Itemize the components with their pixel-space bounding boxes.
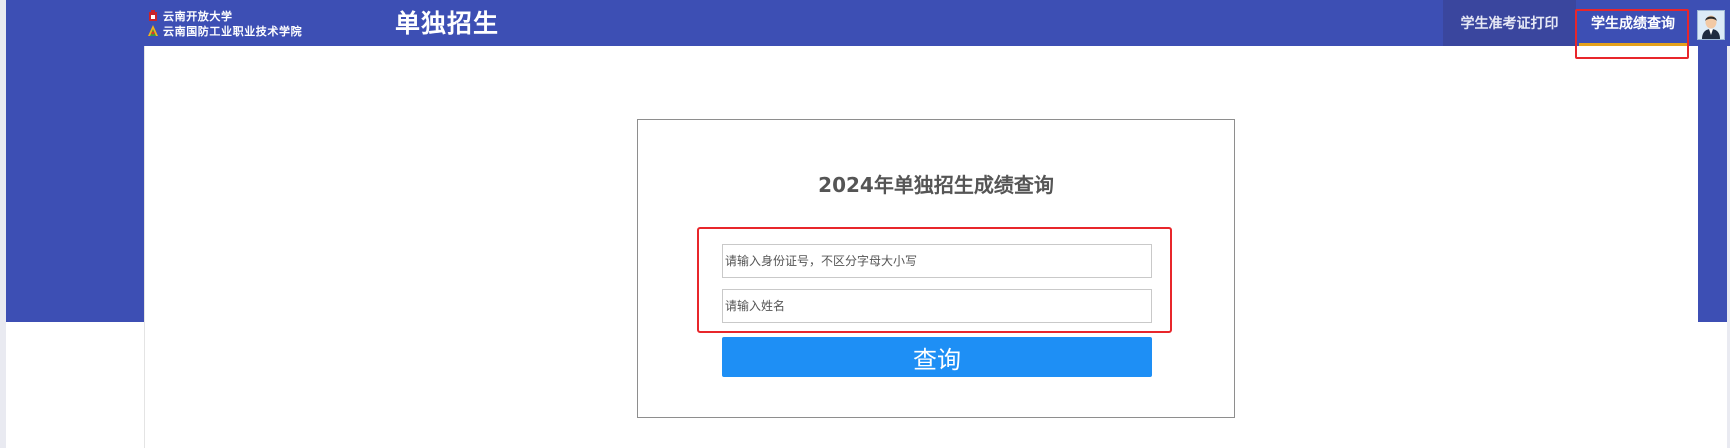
- logo-text-open-university: 云南开放大学: [163, 9, 233, 23]
- inputs-highlight-box: [697, 227, 1172, 333]
- open-university-emblem-icon: [149, 9, 157, 21]
- nav-highlight-box: [1575, 9, 1689, 59]
- logo-row-1: 云南开放大学: [148, 8, 308, 23]
- site-title: 单独招生: [395, 9, 500, 38]
- logo-text-defense-college: 云南国防工业职业技术学院: [163, 24, 303, 38]
- top-navigation-bar: 云南开放大学 云南国防工业职业技术学院 单独招生 学生准考证打印 学生成绩查询: [0, 0, 1730, 46]
- nav-admission-ticket-print[interactable]: 学生准考证打印: [1443, 0, 1576, 46]
- university-logo[interactable]: 云南开放大学 云南国防工业职业技术学院: [148, 8, 308, 40]
- form-title: 2024年单独招生成绩查询: [818, 173, 1054, 197]
- defense-college-emblem-icon: [148, 24, 158, 36]
- logo-row-2: 云南国防工业职业技术学院: [148, 23, 308, 38]
- query-button[interactable]: 查询: [722, 337, 1152, 377]
- person-icon: [1698, 11, 1724, 39]
- user-avatar-icon[interactable]: [1697, 10, 1725, 40]
